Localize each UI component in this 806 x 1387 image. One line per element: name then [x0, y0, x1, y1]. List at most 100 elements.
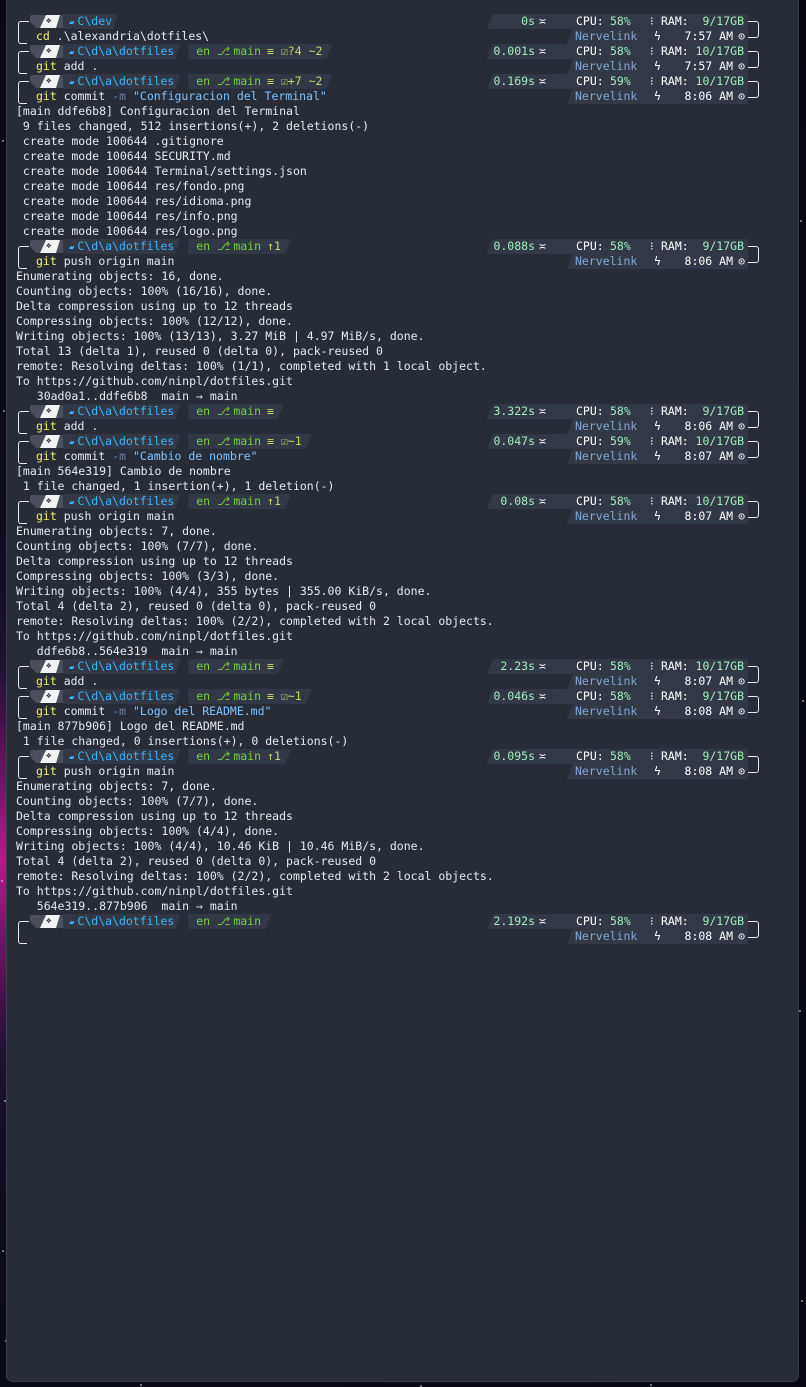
command-line[interactable]: Nervelink ϟ 8:06 AM ⊙ git add .	[7, 419, 798, 434]
command-line[interactable]: Nervelink ϟ 8:06 AM ⊙ git commit -m "Configu…	[7, 89, 798, 104]
terminal-window[interactable]: ❖ ▰ C\dev 0s ≍ CPU: 58% ⁝ RAM: 9/17GB Nervelink ϟ 7:…	[7, 0, 798, 1381]
command-line[interactable]: Nervelink ϟ 8:06 AM ⊙ git push origin main	[7, 254, 798, 269]
star-decoration	[799, 1010, 801, 1012]
path-segment[interactable]: ▰ C\d\a\dotfiles	[63, 749, 180, 764]
command-bin: git	[36, 419, 57, 433]
ram-label: RAM:	[661, 239, 689, 253]
cpu-label: CPU:	[576, 404, 604, 418]
command-bin: git	[36, 704, 57, 718]
git-segment[interactable]: en ⎇ main ≡ ☑+7 ~2	[188, 74, 332, 89]
output-line: Total 13 (delta 1), reused 0 (delta 0), …	[7, 344, 798, 359]
duration-icon: ≍	[539, 659, 546, 673]
path-segment[interactable]: ▰ C\d\a\dotfiles	[63, 44, 180, 59]
command-line[interactable]: Nervelink ϟ 8:07 AM ⊙ git commit -m "Cambio …	[7, 449, 798, 464]
git-segment[interactable]: en ⎇ main	[188, 914, 271, 929]
git-status: ↑1	[267, 239, 281, 253]
bolt-icon: ϟ	[654, 764, 661, 778]
path-segment[interactable]: ▰ C\dev	[63, 14, 118, 29]
path-segment[interactable]: ▰ C\d\a\dotfiles	[63, 404, 180, 419]
duration-icon: ≍	[539, 914, 546, 928]
command-string: "Configuracion del Terminal"	[132, 89, 327, 103]
command-line[interactable]: Nervelink ϟ 8:08 AM ⊙	[7, 929, 798, 944]
command-line[interactable]: Nervelink ϟ 7:57 AM ⊙ cd .\alexandria\dotfil…	[7, 29, 798, 44]
output-text: create mode 100644 res/idioma.png	[16, 194, 252, 208]
bolt-icon: ϟ	[654, 254, 661, 268]
output-text: 9 files changed, 512 insertions(+), 2 de…	[16, 119, 370, 133]
git-segment[interactable]: en ⎇ main ↑1	[188, 749, 291, 764]
github-branch-icon: ⎇	[217, 749, 231, 763]
git-segment[interactable]: en ⎇ main ≡ ☑~1	[188, 689, 311, 704]
command-line[interactable]: Nervelink ϟ 8:08 AM ⊙ git push origin main	[7, 764, 798, 779]
command-line[interactable]: Nervelink ϟ 8:07 AM ⊙ git push origin main	[7, 509, 798, 524]
git-lang-text: en	[196, 689, 211, 703]
output-text: Total 4 (delta 2), reused 0 (delta 0), p…	[16, 854, 377, 868]
windows-logo-glyph: ❖	[46, 436, 52, 446]
path-text: C\d\a\dotfiles	[77, 239, 175, 253]
cpu-value: 59%	[610, 434, 631, 448]
command-line[interactable]: Nervelink ϟ 7:57 AM ⊙ git add .	[7, 59, 798, 74]
prompt-frame-bottom-left	[18, 930, 27, 944]
output-text: Delta compression using up to 12 threads	[16, 554, 293, 568]
command-text: git push origin main	[36, 509, 174, 524]
github-branch-icon: ⎇	[217, 659, 231, 673]
prompt-frame-bottom-right	[748, 929, 759, 938]
clock-time: 8:06 AM	[684, 419, 733, 433]
git-branch-name: main	[233, 659, 262, 673]
output-text: Enumerating objects: 7, done.	[16, 524, 217, 538]
git-lang-text: en	[196, 659, 211, 673]
bolt-icon: ϟ	[654, 509, 661, 523]
host-name: Nervelink	[575, 674, 638, 688]
git-segment[interactable]: en ⎇ main ↑1	[188, 494, 291, 509]
stats-segment: 0.046s ≍ CPU: 58% ⁝ RAM: 9/17GB	[487, 689, 748, 704]
path-segment[interactable]: ▰ C\d\a\dotfiles	[63, 239, 180, 254]
path-segment[interactable]: ▰ C\d\a\dotfiles	[63, 434, 180, 449]
path-segment[interactable]: ▰ C\d\a\dotfiles	[63, 74, 180, 89]
folder-icon: ▰	[69, 693, 75, 703]
duration-text: 0s	[521, 14, 535, 28]
git-lang-text: en	[196, 434, 211, 448]
git-segment[interactable]: en ⎇ main ≡	[188, 404, 284, 419]
duration-text: 0.088s	[493, 239, 535, 253]
cpu-value: 58%	[610, 404, 631, 418]
duration-text: 0.001s	[493, 44, 535, 58]
output-line: Compressing objects: 100% (4/4), done.	[7, 824, 798, 839]
ram-value: 9/17GB	[702, 689, 744, 703]
ram-bar-icon: ⁝	[650, 434, 654, 448]
path-segment[interactable]: ▰ C\d\a\dotfiles	[63, 689, 180, 704]
git-segment[interactable]: en ⎇ main ↑1	[188, 239, 291, 254]
command-line[interactable]: Nervelink ϟ 8:07 AM ⊙ git add .	[7, 674, 798, 689]
prompt-frame-bottom-left	[18, 450, 27, 464]
command-args: push origin main	[56, 254, 175, 268]
git-segment[interactable]: en ⎇ main ≡ ☑?4 ~2	[188, 44, 332, 59]
clock-time: 8:07 AM	[684, 509, 733, 523]
star-decoration	[2, 1250, 4, 1252]
stats-segment: 0.08s ≍ CPU: 58% ⁝ RAM: 10/17GB	[487, 494, 748, 509]
cpu-value: 58%	[610, 494, 631, 508]
github-branch-icon: ⎇	[217, 404, 231, 418]
output-text: Total 13 (delta 1), reused 0 (delta 0), …	[16, 344, 383, 358]
output-text: Counting objects: 100% (7/7), done.	[16, 794, 259, 808]
git-lang-text: en	[196, 914, 211, 928]
git-branch-name: main	[233, 404, 262, 418]
cpu-value: 58%	[610, 239, 631, 253]
path-segment[interactable]: ▰ C\d\a\dotfiles	[63, 914, 180, 929]
clock-time: 8:08 AM	[684, 929, 733, 943]
path-segment[interactable]: ▰ C\d\a\dotfiles	[63, 659, 180, 674]
command-line[interactable]: Nervelink ϟ 8:08 AM ⊙ git commit -m "Logo de…	[7, 704, 798, 719]
output-text: 30ad0a1..ddfe6b8 main → main	[16, 389, 238, 403]
output-text: create mode 100644 res/fondo.png	[16, 179, 245, 193]
prompt-frame-bottom-left	[18, 60, 27, 74]
ram-label: RAM:	[661, 914, 689, 928]
output-line: create mode 100644 res/info.png	[7, 209, 798, 224]
command-text: git commit -m "Configuracion del Termina…	[36, 89, 327, 104]
github-branch-icon: ⎇	[217, 914, 231, 928]
duration-text: 2.192s	[493, 914, 535, 928]
host-name: Nervelink	[575, 29, 638, 43]
command-text: git commit -m "Logo del README.md"	[36, 704, 271, 719]
path-segment[interactable]: ▰ C\d\a\dotfiles	[63, 494, 180, 509]
cpu-label: CPU:	[576, 914, 604, 928]
git-segment[interactable]: en ⎇ main ≡ ☑~1	[188, 434, 311, 449]
host-time-segment: Nervelink ϟ 7:57 AM ⊙	[567, 59, 748, 74]
cpu-label: CPU:	[576, 749, 604, 763]
git-segment[interactable]: en ⎇ main ≡	[188, 659, 284, 674]
